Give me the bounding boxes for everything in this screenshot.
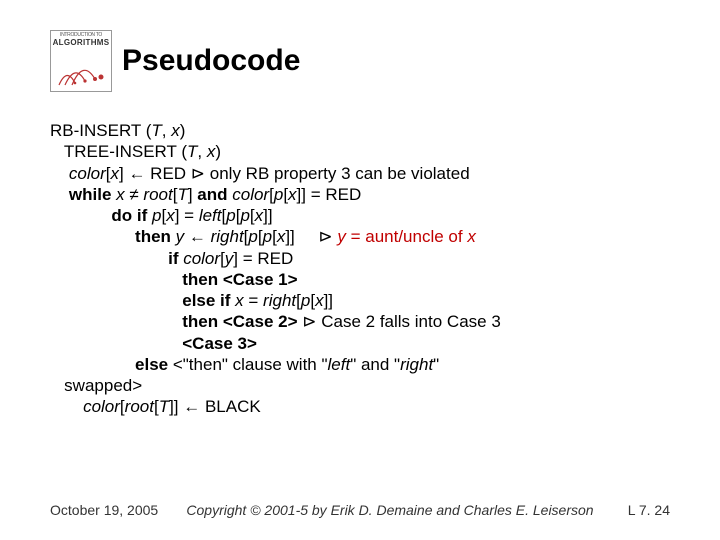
footer-date: October 19, 2005 — [50, 502, 170, 518]
comment-triangle-icon: ⊳ — [318, 227, 332, 246]
proc-name: RB-INSERT — [50, 121, 141, 140]
comment-triangle-icon: ⊳ — [302, 312, 316, 331]
title-row: INTRODUCTION TO ALGORITHMS Pseudocode — [50, 30, 670, 92]
slide: INTRODUCTION TO ALGORITHMS Pseudocode RB… — [0, 0, 720, 540]
slide-title: Pseudocode — [122, 44, 300, 78]
footer-copyright: Copyright © 2001-5 by Erik D. Demaine an… — [170, 502, 610, 518]
pseudocode-block: RB-INSERT (T, x) TREE-INSERT (T, x) colo… — [50, 120, 670, 418]
comment-triangle-icon: ⊳ — [191, 164, 205, 183]
footer-page-number: L 7. 24 — [610, 502, 670, 518]
footer: October 19, 2005 Copyright © 2001-5 by E… — [50, 502, 670, 518]
book-cover-icon: INTRODUCTION TO ALGORITHMS — [50, 30, 112, 92]
